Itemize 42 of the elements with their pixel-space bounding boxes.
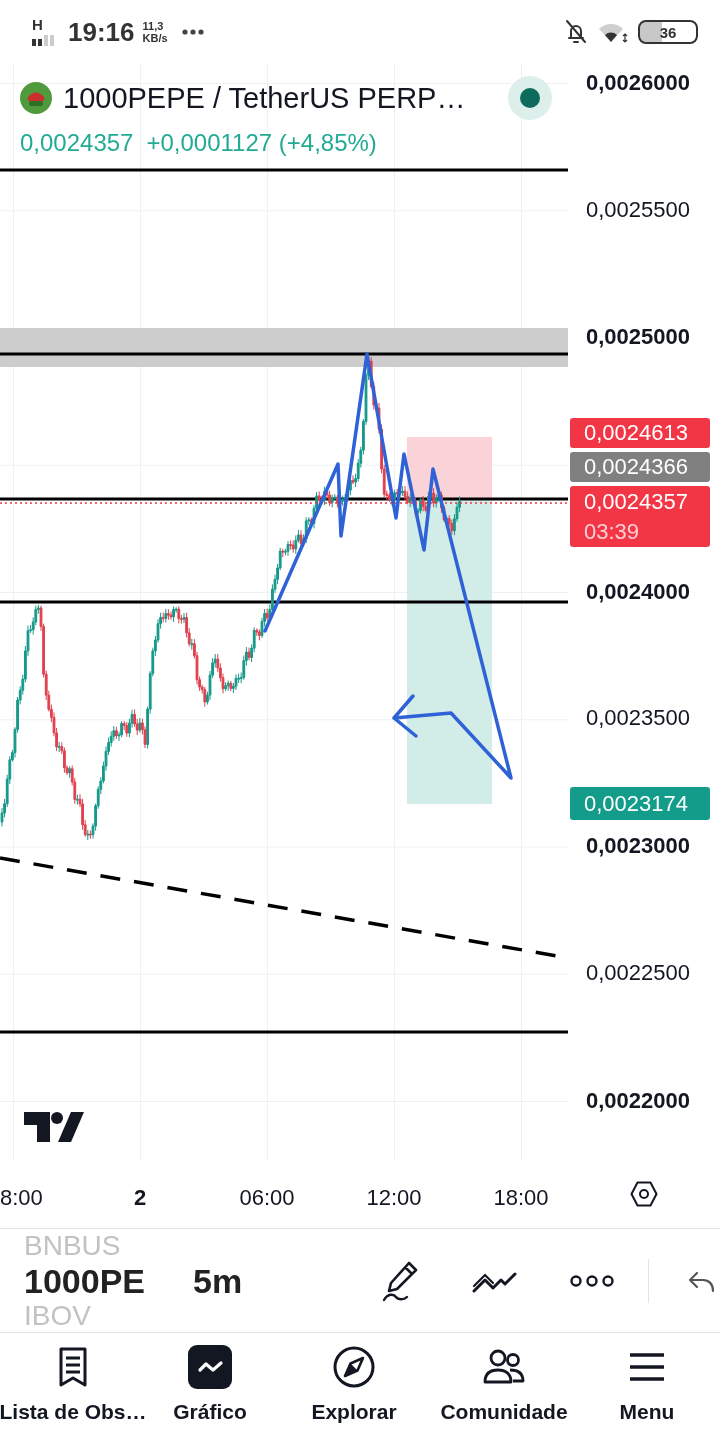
coin-logo-icon <box>20 82 52 114</box>
price-tag-value: 0,0024357 <box>584 487 689 516</box>
symbol-ticker[interactable]: 1000PE <box>24 1260 145 1301</box>
nav-tab[interactable]: Menu <box>574 1333 720 1435</box>
symbol-title[interactable]: 1000PEPE / TetherUS PERP… <box>63 80 466 116</box>
last-price: 0,0024357 <box>20 128 134 158</box>
price-axis-label: 0,0022500 <box>586 960 690 986</box>
price-axis-label: 0,0026000 <box>586 70 690 96</box>
time-axis-label: 8:00 <box>0 1185 43 1211</box>
price-axis-label: 0,0024000 <box>586 579 690 605</box>
status-dot-icon[interactable] <box>508 76 552 120</box>
time-axis-label: 18:00 <box>493 1185 549 1211</box>
nav-tab[interactable]: Comunidade <box>434 1333 574 1435</box>
logo-icon <box>24 1112 84 1142</box>
network-speed-value: 11,3 <box>142 20 165 32</box>
wifi-icon <box>598 21 628 43</box>
price-axis-label: 0,0022000 <box>586 1088 690 1114</box>
interval-button[interactable]: 5m <box>193 1260 243 1301</box>
price-tag-value: 0,0023174 <box>584 789 689 818</box>
battery-indicator: 36 <box>638 20 698 44</box>
clock-time: 19:16 <box>68 17 135 47</box>
nav-tab[interactable]: Gráfico <box>146 1333 274 1435</box>
signal-bars-icon <box>32 35 54 46</box>
three-dots-icon <box>181 29 204 35</box>
price-change: +0,0001127 (+4,85%) <box>146 128 377 158</box>
price-axis-label: 0,0025000 <box>586 324 690 350</box>
countdown-timer: 03:39 <box>584 517 641 546</box>
price-axis-label: 0,0025500 <box>586 197 690 223</box>
price-tag-value: 0,0024366 <box>584 453 689 481</box>
muted-bell-icon <box>564 19 588 45</box>
price-axis-label: 0,0023500 <box>586 705 690 731</box>
time-axis-label: 12:00 <box>366 1185 422 1211</box>
nav-tab[interactable]: Explorar <box>274 1333 434 1435</box>
settings-icon[interactable] <box>630 1181 658 1207</box>
price-tag-value: 0,0024613 <box>584 419 689 447</box>
network-type-label: H <box>32 18 43 32</box>
time-axis-label: 2 <box>133 1185 147 1211</box>
nav-tab[interactable]: Lista de Obs… <box>0 1333 146 1435</box>
network-speed-unit: KB/s <box>142 32 168 44</box>
time-axis-label: 06:00 <box>239 1185 295 1211</box>
more-icon[interactable] <box>570 1274 614 1287</box>
price-axis-label: 0,0023000 <box>586 833 690 859</box>
